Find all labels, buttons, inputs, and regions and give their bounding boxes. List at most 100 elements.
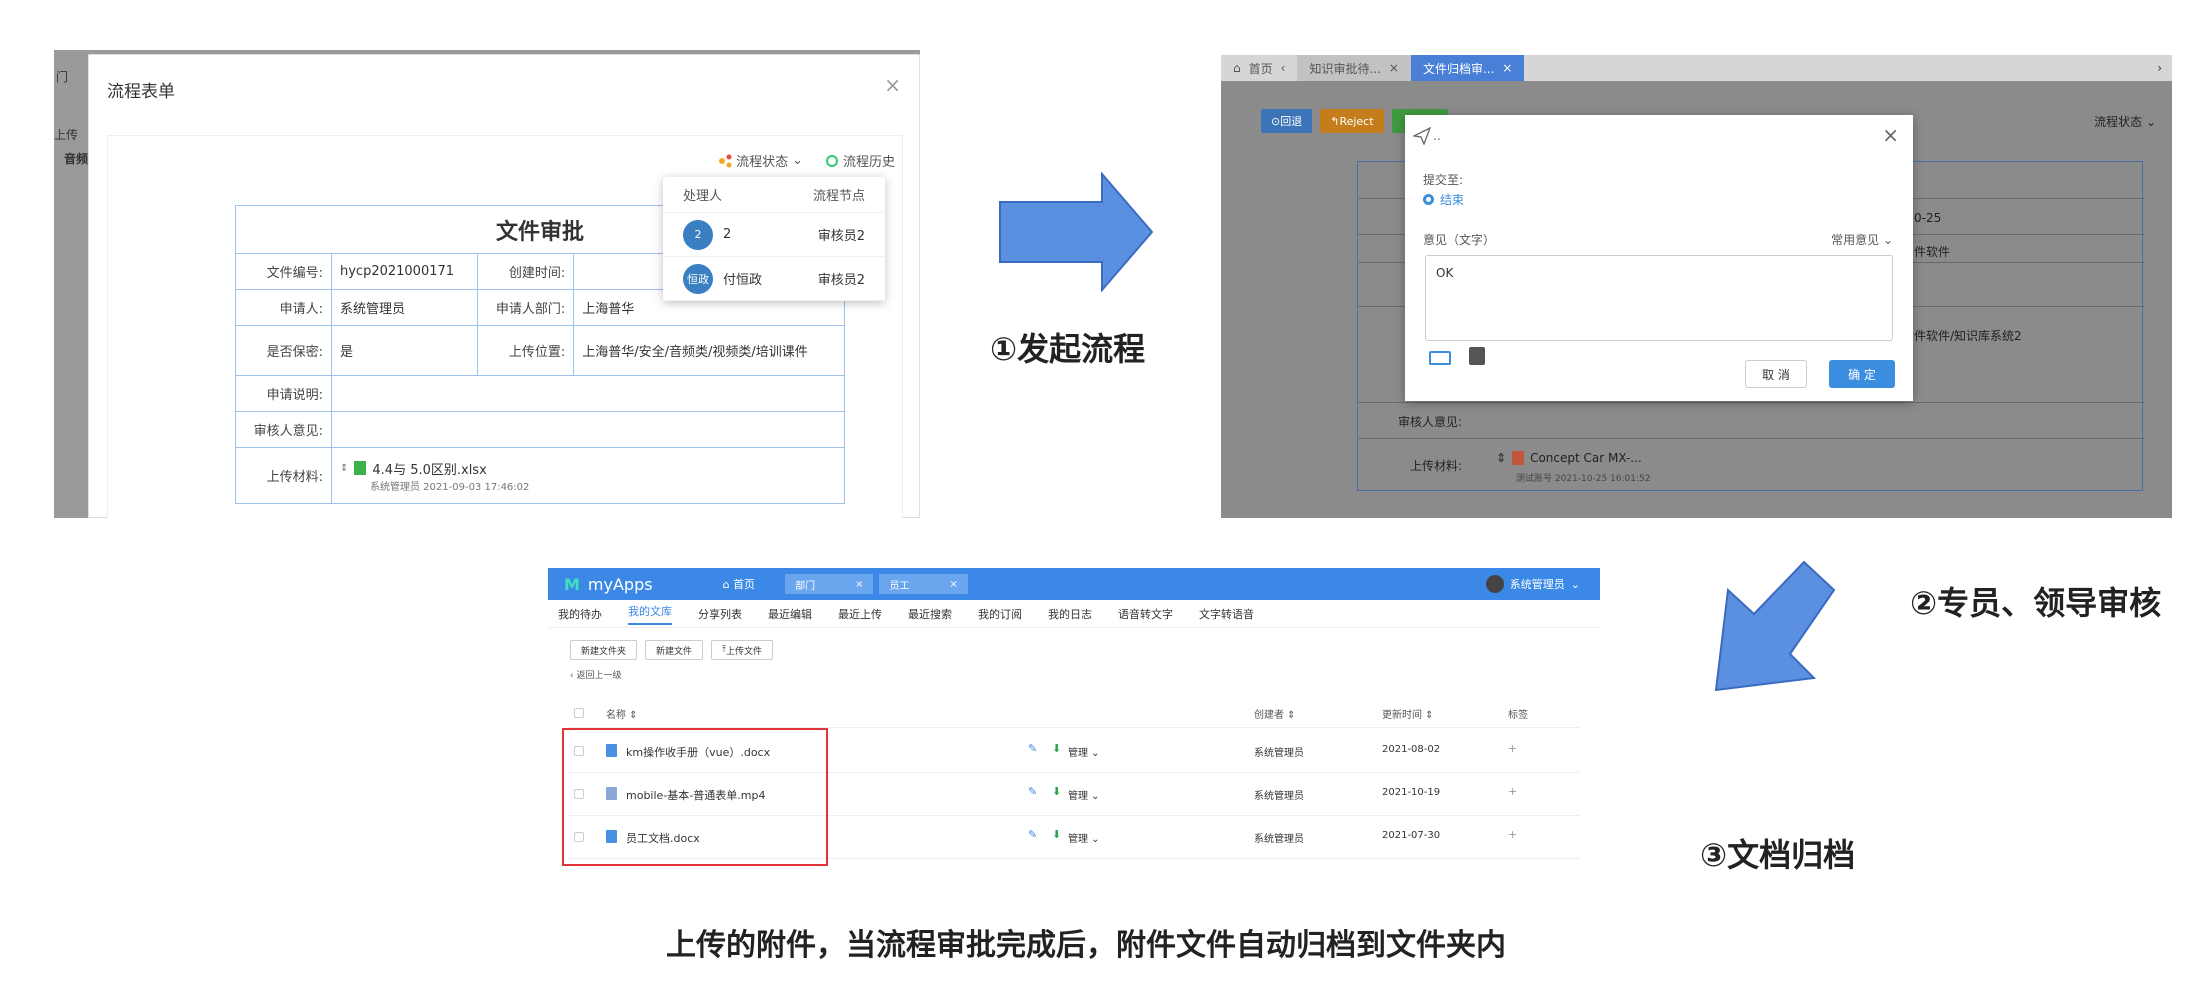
creator-value: 系统管理员 [1254, 791, 1304, 802]
name-header[interactable]: 名称 ⇕ [606, 706, 638, 721]
tab-home[interactable]: ⌂ 首页 ‹ [1221, 55, 1297, 81]
download-icon[interactable]: ⬇ [1052, 785, 1061, 798]
process-status-label: 流程状态 [736, 155, 789, 170]
opinion-textarea[interactable]: OK [1425, 255, 1893, 341]
sort-icon[interactable]: ⇕ [1496, 451, 1506, 465]
status-label: 流程状态 [2094, 115, 2143, 129]
popover-row: 22 审核员2 [663, 213, 885, 257]
down-left-arrow-icon [1714, 560, 1836, 692]
handler-name: 付恒政 [723, 273, 763, 288]
common-opinion-dropdown[interactable]: 常用意见 ⌄ [1831, 231, 1893, 248]
tab-dept[interactable]: 部门 × [785, 574, 874, 594]
upload-label: 上传文件 [726, 646, 763, 657]
cancel-button[interactable]: 取 消 [1745, 360, 1807, 388]
form-toolbar: 流程状态 ⌄ 流程历史 [718, 151, 895, 170]
header-label: 创建者 [1254, 710, 1284, 721]
date-value: 2021-07-30 [1382, 830, 1441, 841]
add-tag-icon[interactable]: + [1508, 742, 1517, 755]
field-label: 审核人意见: [235, 411, 332, 448]
new-folder-button[interactable]: 新建文件夹 [570, 640, 638, 660]
nav-subscriptions[interactable]: 我的订阅 [978, 606, 1022, 622]
pdf-file-icon [1512, 451, 1525, 465]
confirm-button[interactable]: 确 定 [1829, 360, 1895, 388]
manage-dropdown[interactable]: 管理 ⌄ [1068, 830, 1100, 845]
tab-knowledge-approval[interactable]: 知识审批待... × [1297, 55, 1411, 81]
back-button[interactable]: ⊙ 回退 [1261, 109, 1313, 133]
logo-icon: M [564, 574, 580, 594]
edit-icon[interactable]: ✎ [1028, 742, 1037, 755]
handler-header: 处理人 [683, 189, 723, 204]
sort-icon[interactable]: ⇕ [340, 463, 348, 474]
nav-recent-search[interactable]: 最近搜索 [908, 606, 952, 622]
pen-icon[interactable] [1469, 347, 1485, 365]
new-file-button[interactable]: 新建文件 [645, 640, 704, 660]
download-icon[interactable]: ⬇ [1052, 742, 1061, 755]
applicant-value: 系统管理员 [330, 289, 479, 326]
close-icon[interactable]: × [855, 579, 863, 590]
nav-share-list[interactable]: 分享列表 [698, 606, 742, 622]
process-history-button[interactable]: 流程历史 [825, 151, 895, 170]
process-status-button[interactable]: 流程状态 ⌄ [2094, 113, 2156, 130]
attachment-cell: ⇕ 4.4与 5.0区别.xlsx 系统管理员 2021-09-03 17:46… [331, 447, 845, 504]
tab-file-archive[interactable]: 文件归档审... × [1410, 55, 1525, 81]
chevron-down-icon: ⌄ [792, 153, 803, 168]
chevron-left-icon[interactable]: ‹ [1281, 61, 1286, 75]
manage-dropdown[interactable]: 管理 ⌄ [1068, 744, 1100, 759]
highlight-box [562, 728, 828, 866]
bg-text: 上传 [54, 128, 79, 142]
keyboard-icon[interactable] [1429, 351, 1451, 365]
avatar: 恒政 [683, 263, 713, 294]
process-history-label: 流程历史 [842, 155, 895, 170]
back-link[interactable]: ‹ 返回上一级 [570, 668, 621, 681]
nav-logs[interactable]: 我的日志 [1048, 606, 1092, 622]
right-arrow-icon [999, 172, 1154, 292]
avatar [1485, 575, 1504, 593]
manage-label: 管理 [1068, 791, 1088, 802]
back-label: 返回上一级 [576, 671, 622, 681]
tab-staff[interactable]: 员工 × [879, 574, 968, 594]
header-label: 更新时间 [1382, 710, 1422, 721]
attachment-name[interactable]: Concept Car MX-... [1530, 451, 1642, 465]
description-value[interactable] [331, 375, 845, 412]
home-link[interactable]: ⌂ 首页 [723, 576, 755, 592]
chevron-right-icon[interactable]: › [2157, 61, 2172, 75]
field-label: 是否保密: [235, 325, 332, 376]
process-status-button[interactable]: 流程状态 ⌄ [718, 151, 803, 170]
nav-speech-to-text[interactable]: 语音转文字 [1118, 606, 1173, 622]
home-icon: ⌂ [1233, 61, 1241, 75]
manage-dropdown[interactable]: 管理 ⌄ [1068, 787, 1100, 802]
file-number-value: hycp2021000171 [330, 253, 479, 290]
user-menu[interactable]: 系统管理员 ⌄ [1485, 575, 1580, 593]
bg-text: 0-25 [1914, 211, 1942, 225]
close-icon[interactable]: × [1502, 61, 1512, 75]
bg-text: 门 [56, 70, 69, 84]
close-icon[interactable]: × [1882, 123, 1899, 147]
edit-icon[interactable]: ✎ [1028, 785, 1037, 798]
field-label: 申请说明: [235, 375, 332, 412]
attachment-name[interactable]: 4.4与 5.0区别.xlsx [372, 459, 486, 478]
creator-header[interactable]: 创建者 ⇕ [1254, 706, 1296, 721]
add-tag-icon[interactable]: + [1508, 785, 1517, 798]
edit-icon[interactable]: ✎ [1028, 828, 1037, 841]
upload-file-button[interactable]: ⤒ 上传文件 [711, 640, 774, 660]
handler-name: 2 [723, 227, 732, 242]
nav-text-to-speech[interactable]: 文字转语音 [1199, 606, 1254, 622]
add-tag-icon[interactable]: + [1508, 828, 1517, 841]
close-icon[interactable]: × [884, 73, 901, 97]
end-option-radio[interactable]: 结束 [1423, 191, 1464, 208]
nav-recent-edit[interactable]: 最近编辑 [768, 606, 812, 622]
nav-todo[interactable]: 我的待办 [558, 606, 602, 622]
download-icon[interactable]: ⬇ [1052, 828, 1061, 841]
updated-header[interactable]: 更新时间 ⇕ [1382, 706, 1434, 721]
nav-recent-upload[interactable]: 最近上传 [838, 606, 882, 622]
nav-my-library[interactable]: 我的文库 [628, 603, 672, 625]
select-all-checkbox[interactable] [574, 708, 584, 718]
library-actions: 新建文件夹 新建文件 ⤒ 上传文件 [570, 640, 774, 660]
close-icon[interactable]: × [949, 579, 957, 590]
opinion-value[interactable] [331, 411, 845, 448]
process-status-popover: 处理人 流程节点 22 审核员2 恒政 付恒政 审核员2 [663, 177, 885, 301]
popover-header: 处理人 流程节点 [663, 177, 885, 213]
tab-label: 员工 [889, 580, 910, 592]
close-icon[interactable]: × [1389, 61, 1399, 75]
reject-button[interactable]: ↰ Reject [1320, 109, 1384, 133]
